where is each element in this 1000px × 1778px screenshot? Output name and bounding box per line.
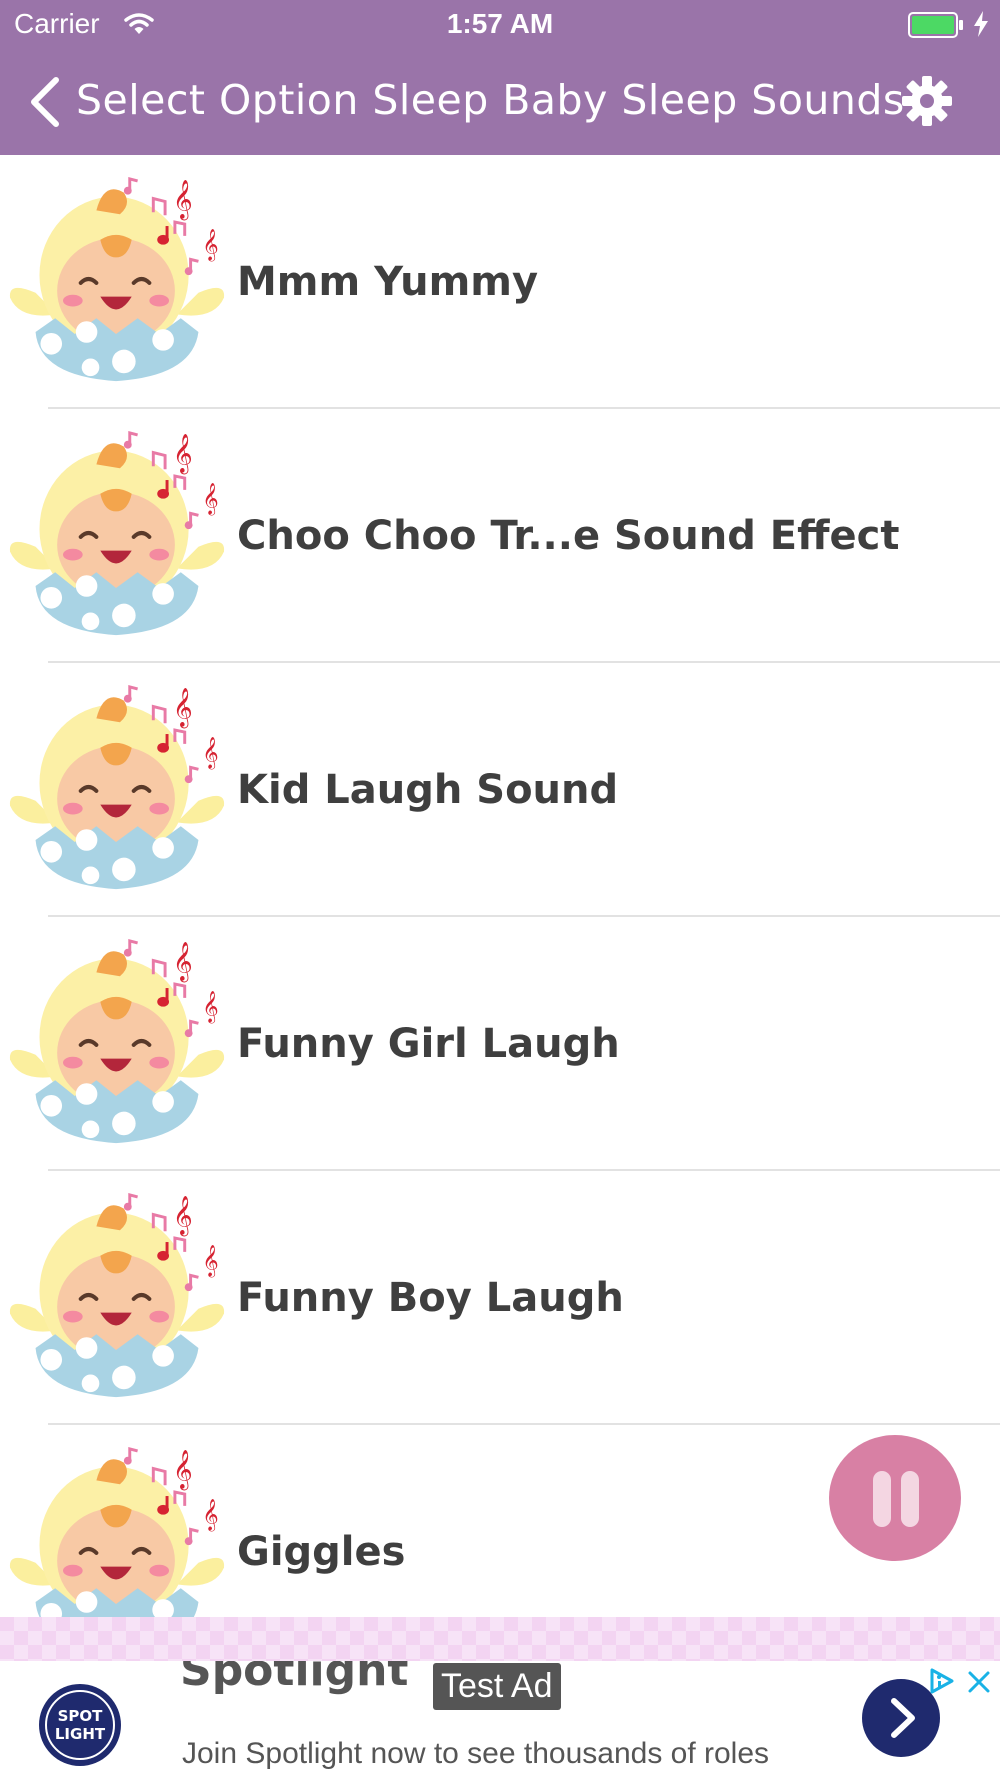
sound-label: Mmm Yummy (237, 259, 539, 305)
ad-headline: Spotlight (180, 1661, 409, 1696)
pause-icon (873, 1471, 891, 1527)
sound-label: Choo Choo Tr...e Sound Effect (237, 513, 900, 559)
navigation-bar: Select Option Sleep Baby Sleep Sounds (0, 62, 1000, 142)
baby-chick-image (7, 430, 227, 638)
test-ad-badge: Test Ad (433, 1663, 561, 1710)
baby-chick-image (7, 1192, 227, 1400)
close-icon[interactable] (966, 1669, 992, 1695)
sound-item-funny-boy-laugh[interactable]: Funny Boy Laugh (0, 1171, 1000, 1425)
sound-list: 𝄞 𝄞 Mmm Yummy Choo Choo Tr...e Sound Eff… (0, 155, 1000, 1617)
ad-body-text: Join Spotlight now to see thousands of r… (182, 1737, 770, 1770)
baby-chick-image (7, 176, 227, 384)
baby-chick-image (7, 684, 227, 892)
ad-banner[interactable]: SPOT LIGHT Spotlight Test Ad Join Spotli… (0, 1661, 1000, 1778)
sound-item-funny-girl-laugh[interactable]: Funny Girl Laugh (0, 917, 1000, 1171)
spotlight-logo: SPOT LIGHT (39, 1684, 121, 1766)
pause-icon (901, 1471, 919, 1527)
sound-item-kid-laugh[interactable]: Kid Laugh Sound (0, 663, 1000, 917)
sound-label: Kid Laugh Sound (237, 767, 619, 813)
chevron-left-icon[interactable] (28, 76, 62, 128)
charging-icon (974, 11, 988, 37)
pattern-divider (0, 1617, 1000, 1661)
sound-item-choo-choo-train[interactable]: Choo Choo Tr...e Sound Effect (0, 409, 1000, 663)
gear-icon[interactable] (900, 74, 954, 128)
battery-icon (908, 12, 963, 38)
sound-label: Funny Girl Laugh (237, 1021, 620, 1067)
svg-text:SPOT: SPOT (58, 1707, 104, 1725)
baby-chick-image (7, 938, 227, 1146)
sound-label: Giggles (237, 1529, 406, 1575)
status-time: 1:57 AM (446, 8, 554, 39)
sound-label: Funny Boy Laugh (237, 1275, 624, 1321)
sound-item-mmm-yummy[interactable]: Mmm Yummy (0, 155, 1000, 409)
page-title: Select Option Sleep Baby Sleep Sounds (76, 76, 905, 124)
pause-button[interactable] (829, 1435, 961, 1561)
baby-chick-image (7, 1446, 227, 1617)
svg-text:LIGHT: LIGHT (55, 1725, 106, 1743)
status-bar: Carrier 1:57 AM (0, 0, 1000, 50)
adchoices-icon[interactable] (928, 1667, 956, 1695)
header: Carrier 1:57 AM Select Option Sleep Baby… (0, 0, 1000, 155)
